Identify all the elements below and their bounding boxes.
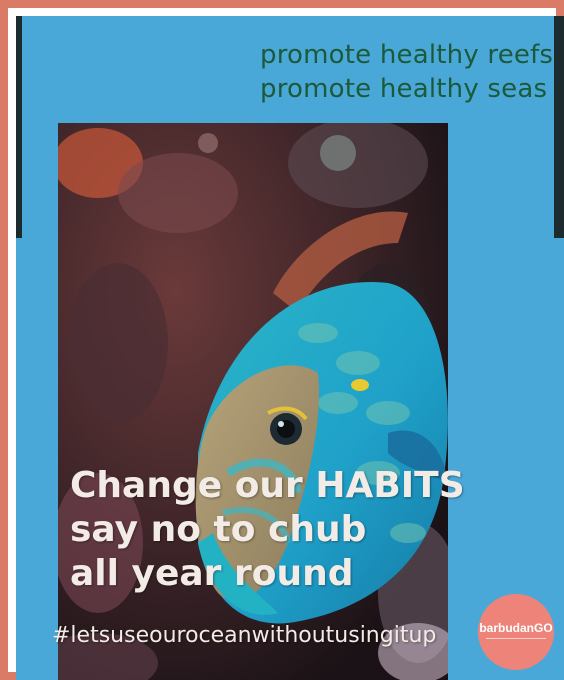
logo-tagline-decoration xyxy=(486,637,546,642)
overlay-line-1: Change our HABITS xyxy=(70,465,465,506)
poster-frame: promote healthy reefs promote healthy se… xyxy=(0,0,564,680)
logo-name: barbudanGO xyxy=(479,621,553,635)
headline-line-2: promote healthy seas xyxy=(260,74,548,104)
logo-tagline-lines xyxy=(486,638,546,639)
headline: promote healthy reefs promote healthy se… xyxy=(260,38,554,106)
barbudango-logo: barbudanGO xyxy=(478,594,554,670)
headline-line-1: promote healthy reefs xyxy=(260,40,554,70)
hashtag: #letsuseouroceanwithoutusingitup xyxy=(52,623,437,648)
overlay-message: Change our HABITS say no to chub all yea… xyxy=(70,464,510,596)
dark-band-left xyxy=(16,16,22,238)
parrotfish-illustration xyxy=(58,123,448,680)
dark-band-right xyxy=(554,16,564,238)
poster: promote healthy reefs promote healthy se… xyxy=(16,16,564,680)
overlay-line-2: say no to chub xyxy=(70,509,367,550)
overlay-line-3: all year round xyxy=(70,553,354,594)
parrotfish-photo xyxy=(58,123,448,680)
